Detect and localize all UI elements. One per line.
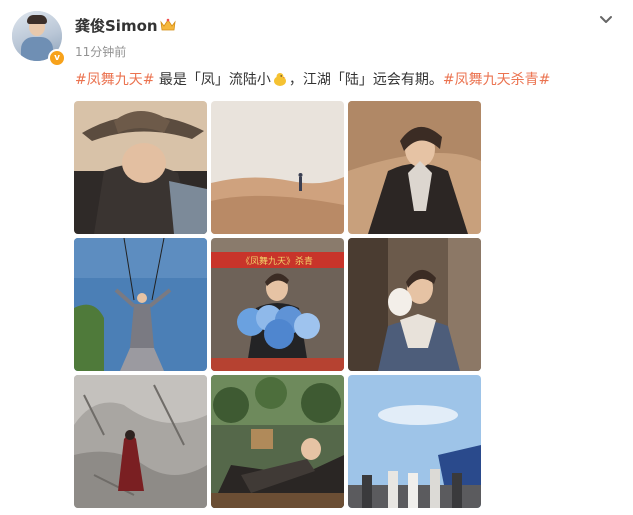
photo-bouquet-image: 《凤舞九天》杀青: [211, 238, 344, 371]
photo-wire-rig[interactable]: [74, 238, 207, 371]
photo-garden-rest[interactable]: [211, 375, 344, 508]
hashtag-link[interactable]: #凤舞九天#: [75, 72, 154, 88]
post-text: #凤舞九天# 最是「凤」流陆小 ，江湖「陆」远会有期。#凤舞九天杀青#: [75, 69, 550, 89]
timestamp[interactable]: 11分钟前: [75, 43, 126, 60]
username[interactable]: 龚俊Simon: [75, 15, 158, 36]
weibo-post-card: v 龚俊Simon 11分钟前 #凤舞九天# 最是「凤」流陆小 ，江湖「陆」远会有…: [0, 0, 633, 515]
photo-bouquet[interactable]: 《凤舞九天》杀青: [211, 238, 344, 371]
photo-desert-portrait[interactable]: [348, 101, 481, 234]
photo-towel-portrait[interactable]: [348, 238, 481, 371]
photo-desert-image: [211, 101, 344, 234]
banner-text: 《凤舞九天》杀青: [241, 255, 313, 267]
chick-emoji-icon: [273, 73, 286, 86]
hashtag-link[interactable]: #凤舞九天杀青#: [443, 72, 550, 88]
post-text-segment: ，江湖「陆」远会有期。: [288, 72, 443, 88]
photo-sky-crew[interactable]: [348, 375, 481, 508]
photo-garden-rest-image: [211, 375, 344, 508]
photo-wire-rig-image: [74, 238, 207, 371]
photo-cliff[interactable]: [74, 375, 207, 508]
photo-straw-hat-image: [74, 101, 207, 234]
photo-sky-crew-image: [348, 375, 481, 508]
post-text-segment: 最是「凤」流陆小: [154, 72, 271, 88]
photo-towel-portrait-image: [348, 238, 481, 371]
photo-desert-portrait-image: [348, 101, 481, 234]
photo-cliff-image: [74, 375, 207, 508]
verified-badge-icon: v: [48, 49, 66, 67]
chevron-down-icon[interactable]: [599, 15, 613, 25]
crown-icon: [160, 18, 176, 31]
photo-straw-hat[interactable]: [74, 101, 207, 234]
photo-desert[interactable]: [211, 101, 344, 234]
photo-grid: 《凤舞九天》杀青: [74, 101, 481, 508]
